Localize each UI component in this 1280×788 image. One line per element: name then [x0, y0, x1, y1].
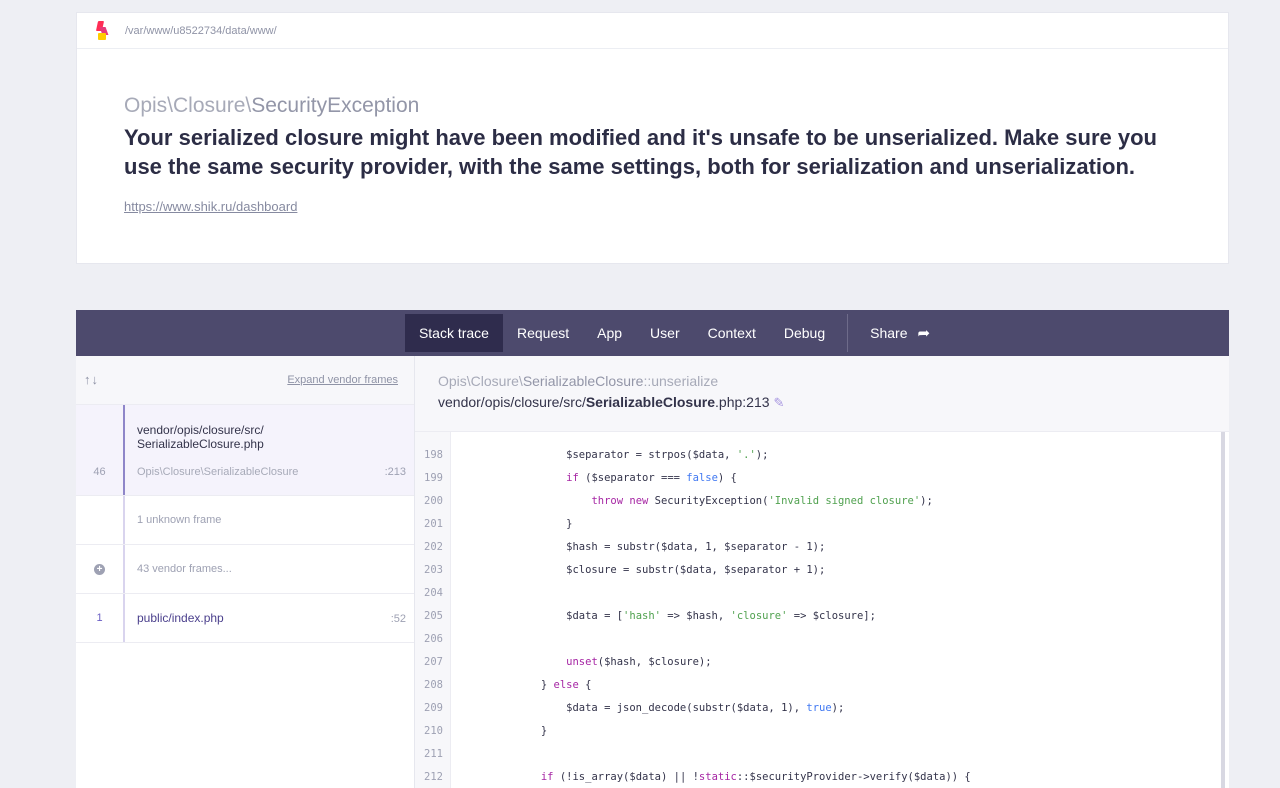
expand-vendor-frames-link[interactable]: Expand vendor frames — [287, 374, 398, 386]
file-name: SerializableClosure — [585, 394, 716, 410]
line-number: 209 — [424, 701, 443, 714]
code-text: } — [465, 724, 548, 737]
code-line: 204 — [415, 581, 465, 604]
line-number: 198 — [424, 448, 443, 461]
line-number: 203 — [424, 563, 443, 576]
share-icon: ➦ — [917, 325, 931, 342]
code-text: $data = ['hash' => $hash, 'closure' => $… — [465, 609, 876, 622]
line-number: 206 — [424, 632, 443, 645]
frame-file: vendor/opis/closure/src/SerializableClos… — [137, 405, 414, 451]
line-number: 210 — [424, 724, 443, 737]
file-line: .php:213 — [715, 394, 770, 410]
tab-app[interactable]: App — [583, 314, 636, 352]
code-text: $hash = substr($data, 1, $separator - 1)… — [465, 540, 826, 553]
share-label: Share — [870, 325, 908, 341]
code-text: $closure = substr($data, $separator + 1)… — [465, 563, 826, 576]
code-line: 199 if ($separator === false) { — [415, 466, 737, 489]
stack-frame-selected[interactable]: 46 vendor/opis/closure/src/SerializableC… — [76, 405, 414, 496]
frame-file-name: index.php — [171, 611, 224, 625]
vendor-frames-row[interactable]: + 43 vendor frames... — [76, 545, 414, 594]
code-text: if (!is_array($data) || !static::$securi… — [540, 770, 971, 783]
vendor-frames-label: 43 vendor frames... — [123, 545, 414, 593]
stack-frame[interactable]: 1 public/index.php :52 — [76, 594, 414, 643]
method-class: SerializableClosure — [522, 373, 644, 389]
tab-request[interactable]: Request — [503, 314, 583, 352]
sidebar-header: ↑↓ Expand vendor frames — [76, 356, 414, 405]
line-number: 202 — [424, 540, 443, 553]
request-url-link[interactable]: https://www.shik.ru/dashboard — [124, 199, 297, 214]
exception-message: Your serialized closure might have been … — [124, 125, 1157, 179]
code-line: 200 throw new SecurityException('Invalid… — [415, 489, 933, 512]
code-line: 207 unset($hash, $closure); — [415, 650, 712, 673]
frame-number — [76, 496, 123, 544]
exception-class: Opis\Closure\SecurityException — [124, 94, 419, 118]
tab-stack-trace[interactable]: Stack trace — [404, 314, 503, 352]
unknown-frame-label: 1 unknown frame — [123, 496, 414, 544]
code-text: if ($separator === false) { — [566, 471, 737, 484]
frame-file-dir: vendor/opis/closure/src/ — [137, 423, 264, 437]
stack-frames-sidebar: ↑↓ Expand vendor frames 46 vendor/opis/c… — [76, 356, 415, 788]
tab-share[interactable]: Share ➦ — [856, 314, 944, 352]
code-snippet: 198 $separator = strpos($data, '.'); 199 … — [415, 432, 1225, 788]
code-line: 211 — [415, 742, 465, 765]
plus-circle-icon: + — [94, 563, 105, 575]
exception-namespace: Opis\Closure\ — [124, 94, 252, 117]
tab-divider — [847, 314, 849, 352]
tab-context[interactable]: Context — [694, 314, 770, 352]
frame-method: Opis\Closure\SerializableClosure::unseri… — [438, 373, 1229, 389]
line-number: 211 — [424, 747, 443, 760]
frame-line: :213 — [384, 466, 406, 478]
expand-frames-button[interactable]: + — [76, 545, 123, 593]
code-line: 203 $closure = substr($data, $separator … — [415, 558, 825, 581]
line-number: 208 — [424, 678, 443, 691]
line-number: 212 — [424, 770, 443, 783]
line-number: 199 — [424, 471, 443, 484]
code-line: 209 $data = json_decode(substr($data, 1)… — [415, 696, 844, 719]
code-line: 206 — [415, 627, 465, 650]
code-line: 210 } — [415, 719, 547, 742]
frame-navigation-icon[interactable]: ↑↓ — [84, 372, 99, 387]
edit-pencil-icon[interactable]: ✎ — [774, 395, 785, 410]
app-path: /var/www/u8522734/data/www/ — [125, 24, 277, 37]
tab-debug[interactable]: Debug — [770, 314, 839, 352]
code-text: } — [465, 517, 573, 530]
frame-file-path: vendor/opis/closure/src/SerializableClos… — [438, 394, 1229, 411]
line-number: 204 — [424, 586, 443, 599]
frame-number: 1 — [96, 612, 103, 624]
file-dir: vendor/opis/closure/src/ — [438, 394, 586, 410]
line-number: 201 — [424, 517, 443, 530]
frame-number: 46 — [93, 466, 106, 478]
ignition-logo-icon — [95, 20, 109, 41]
code-text: } else { — [465, 678, 592, 691]
code-line: 205 $data = ['hash' => $hash, 'closure' … — [415, 604, 876, 627]
method-name: ::unserialize — [643, 373, 719, 389]
code-line: 201 } — [415, 512, 572, 535]
exception-class-name: SecurityException — [251, 94, 420, 117]
card-header: /var/www/u8522734/data/www/ — [77, 13, 1228, 49]
code-line: 202 $hash = substr($data, 1, $separator … — [415, 535, 825, 558]
line-number: 205 — [424, 609, 443, 622]
code-text: throw new SecurityException('Invalid sig… — [591, 494, 933, 507]
tab-user[interactable]: User — [636, 314, 694, 352]
code-line: 198 $separator = strpos($data, '.'); — [415, 443, 768, 466]
tab-bar: Stack trace Request App User Context Deb… — [76, 310, 1229, 356]
code-line: 208 } else { — [415, 673, 591, 696]
line-number: 207 — [424, 655, 443, 668]
code-text: $separator = strpos($data, '.'); — [465, 448, 769, 461]
code-text: unset($hash, $closure); — [566, 655, 712, 668]
code-text: $data = json_decode(substr($data, 1), tr… — [465, 701, 845, 714]
unknown-frame-row[interactable]: 1 unknown frame — [76, 496, 414, 545]
frame-file-name: SerializableClosure.php — [137, 437, 264, 451]
exception-card: /var/www/u8522734/data/www/ Opis\Closure… — [76, 12, 1229, 264]
frame-line: :52 — [390, 613, 406, 625]
code-panel: Opis\Closure\SerializableClosure::unseri… — [415, 356, 1229, 788]
frame-class: Opis\Closure\SerializableClosure — [137, 466, 299, 478]
code-line: 212 if (!is_array($data) || !static::$se… — [415, 765, 971, 788]
code-panel-header: Opis\Closure\SerializableClosure::unseri… — [415, 356, 1229, 432]
method-namespace: Opis\Closure\ — [438, 373, 523, 389]
line-number: 200 — [424, 494, 443, 507]
frame-file-dir: public/ — [137, 611, 172, 625]
